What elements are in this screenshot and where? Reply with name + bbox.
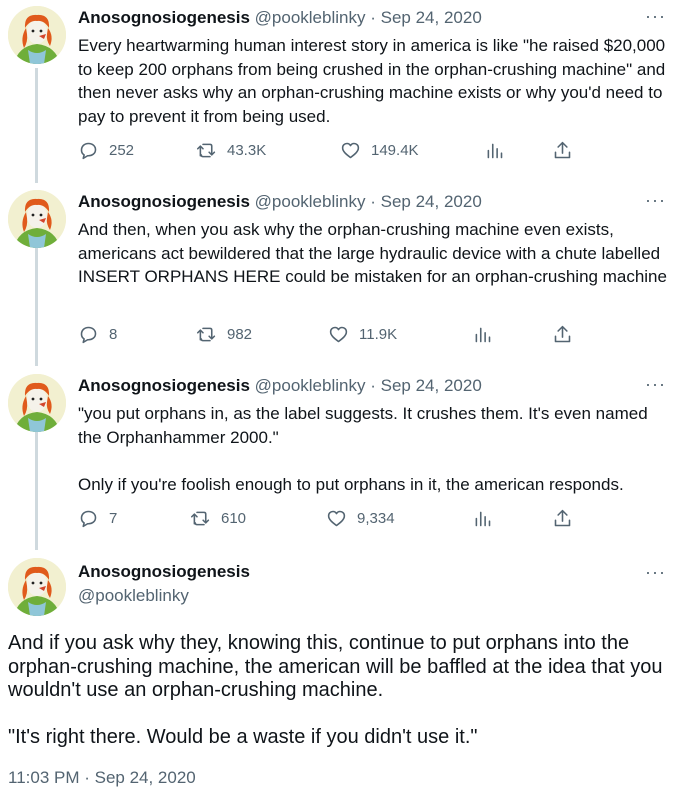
like-count: 9,334 <box>357 510 395 527</box>
reply-button[interactable]: 252 <box>78 140 134 161</box>
author-name[interactable]: Anosognosiogenesis <box>78 8 250 27</box>
share-button[interactable] <box>552 324 583 345</box>
tweet-text: "you put orphans in, as the label sugges… <box>78 402 668 496</box>
like-button[interactable]: 9,334 <box>326 508 395 529</box>
like-button[interactable]: 149.4K <box>340 140 419 161</box>
author-name[interactable]: Anosognosiogenesis <box>78 376 250 395</box>
main-tweet-paragraph: And if you ask why they, knowing this, c… <box>8 632 663 701</box>
reply-button[interactable]: 7 <box>78 508 117 529</box>
retweet-button[interactable]: 610 <box>190 508 246 529</box>
reply-count: 8 <box>109 326 118 343</box>
share-icon <box>554 325 571 343</box>
separator: · <box>370 192 376 211</box>
main-tweet-header: Anosognosiogenesis @pookleblinky <box>78 562 250 606</box>
author-name[interactable]: Anosognosiogenesis <box>78 192 250 211</box>
tweet-thread: Anosognosiogenesis @pookleblinky · Sep 2… <box>0 0 680 796</box>
share-icon <box>554 509 571 527</box>
retweet-icon <box>196 327 216 342</box>
like-count: 149.4K <box>371 142 419 159</box>
like-count: 11.9K <box>359 326 398 343</box>
tweet-text: Every heartwarming human interest story … <box>78 34 668 128</box>
avatar[interactable] <box>8 558 66 616</box>
reply-icon <box>80 326 97 344</box>
tweet-date[interactable]: Sep 24, 2020 <box>381 8 482 27</box>
views-button[interactable] <box>472 324 503 345</box>
tweet-text: And then, when you ask why the orphan-cr… <box>78 218 668 289</box>
tweet-date[interactable]: Sep 24, 2020 <box>381 376 482 395</box>
tweet-header: Anosognosiogenesis @pookleblinky · Sep 2… <box>78 8 482 28</box>
analytics-icon <box>475 327 491 343</box>
tweet-text-content: Every heartwarming human interest story … <box>78 36 670 126</box>
share-icon <box>554 141 571 159</box>
more-horizontal-icon[interactable]: ··· <box>645 6 666 27</box>
analytics-icon <box>475 511 491 527</box>
views-button[interactable] <box>484 140 515 161</box>
heart-icon <box>327 510 346 527</box>
author-name[interactable]: Anosognosiogenesis <box>78 562 250 582</box>
tweet[interactable]: Anosognosiogenesis @pookleblinky · Sep 2… <box>0 184 680 369</box>
heart-icon <box>329 326 348 343</box>
avatar[interactable] <box>8 374 66 432</box>
reply-icon <box>80 510 97 528</box>
tweet-text-content: And then, when you ask why the orphan-cr… <box>78 220 667 286</box>
separator: · <box>370 376 376 395</box>
retweet-button[interactable]: 982 <box>196 324 252 345</box>
tweet-timestamp[interactable]: 11:03 PM · Sep 24, 2020 <box>8 768 196 788</box>
avatar[interactable] <box>8 6 66 64</box>
tweet-header: Anosognosiogenesis @pookleblinky · Sep 2… <box>78 376 482 396</box>
avatar[interactable] <box>8 190 66 248</box>
main-tweet[interactable]: Anosognosiogenesis @pookleblinky ··· And… <box>0 552 680 796</box>
main-tweet-paragraph: "It's right there. Would be a waste if y… <box>8 725 478 748</box>
author-handle[interactable]: @pookleblinky <box>78 586 250 606</box>
tweet-actions: 252 43.3K 149.4K <box>78 140 588 164</box>
more-horizontal-icon[interactable]: ··· <box>645 190 666 211</box>
tweet-header: Anosognosiogenesis @pookleblinky · Sep 2… <box>78 192 482 212</box>
tweet-text-content: "you put orphans in, as the label sugges… <box>78 404 648 494</box>
share-button[interactable] <box>552 508 583 529</box>
separator: · <box>370 8 376 27</box>
reply-count: 7 <box>109 510 118 527</box>
retweet-count: 982 <box>227 326 253 343</box>
reply-icon <box>80 142 97 160</box>
share-button[interactable] <box>552 140 583 161</box>
analytics-icon <box>487 143 503 159</box>
retweet-count: 43.3K <box>227 142 267 159</box>
retweet-count: 610 <box>221 510 247 527</box>
reply-button[interactable]: 8 <box>78 324 117 345</box>
tweet-actions: 7 610 9,334 <box>78 508 588 532</box>
reply-count: 252 <box>109 142 135 159</box>
more-horizontal-icon[interactable]: ··· <box>645 562 666 583</box>
author-handle[interactable]: @pookleblinky <box>255 376 366 395</box>
tweet[interactable]: Anosognosiogenesis @pookleblinky · Sep 2… <box>0 0 680 185</box>
tweet[interactable]: Anosognosiogenesis @pookleblinky · Sep 2… <box>0 368 680 553</box>
author-handle[interactable]: @pookleblinky <box>255 8 366 27</box>
tweet-actions: 8 982 11.9K <box>78 324 588 348</box>
retweet-icon <box>190 511 210 526</box>
heart-icon <box>341 142 360 159</box>
retweet-button[interactable]: 43.3K <box>196 140 266 161</box>
main-tweet-text: And if you ask why they, knowing this, c… <box>8 632 668 749</box>
views-button[interactable] <box>472 508 503 529</box>
like-button[interactable]: 11.9K <box>328 324 397 345</box>
author-handle[interactable]: @pookleblinky <box>255 192 366 211</box>
retweet-icon <box>196 143 216 158</box>
tweet-date[interactable]: Sep 24, 2020 <box>381 192 482 211</box>
more-horizontal-icon[interactable]: ··· <box>645 374 666 395</box>
